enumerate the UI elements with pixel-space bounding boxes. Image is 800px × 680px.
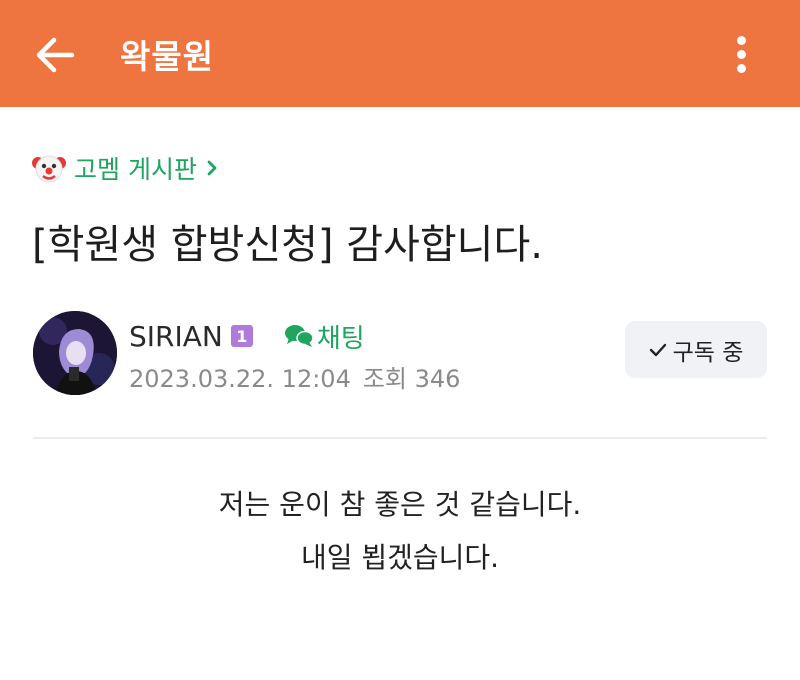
post-title: [학원생 합방신청] 감사합니다. bbox=[32, 222, 543, 268]
check-icon bbox=[649, 343, 666, 356]
more-vertical-icon bbox=[737, 36, 746, 45]
view-count: 조회 346 bbox=[362, 365, 461, 393]
author-name[interactable]: SIRIAN bbox=[129, 320, 223, 353]
board-link[interactable]: 고멤 게시판 bbox=[32, 150, 219, 186]
clown-face-icon bbox=[32, 155, 66, 183]
divider bbox=[33, 437, 767, 439]
post-meta: 2023.03.22. 12:04 조회 346 bbox=[129, 359, 460, 394]
board-name: 고멤 게시판 bbox=[74, 155, 197, 184]
subscribe-label: 구독 중 bbox=[672, 339, 744, 366]
app-title: 왁물원 bbox=[120, 37, 215, 76]
level-badge: 1 bbox=[230, 325, 253, 347]
post-date: 2023.03.22. 12:04 bbox=[129, 365, 351, 393]
avatar-image bbox=[33, 311, 117, 395]
more-options-button[interactable] bbox=[726, 30, 758, 78]
chat-label: 채팅 bbox=[316, 323, 365, 354]
app-bar: 왁물원 bbox=[0, 0, 800, 107]
content-line: 저는 운이 참 좋은 것 같습니다. bbox=[218, 488, 582, 521]
post-content: 저는 운이 참 좋은 것 같습니다. 내일 뵙겠습니다. bbox=[0, 478, 800, 584]
chevron-right-icon bbox=[207, 160, 217, 176]
content-line: 내일 뵙겠습니다. bbox=[300, 541, 500, 574]
avatar[interactable] bbox=[33, 311, 117, 395]
author-row: SIRIAN 1 채팅 bbox=[129, 318, 365, 354]
subscribe-button[interactable]: 구독 중 bbox=[625, 321, 767, 378]
arrow-left-icon bbox=[36, 37, 75, 73]
back-button[interactable] bbox=[34, 34, 76, 76]
chat-button[interactable]: 채팅 bbox=[283, 318, 365, 355]
chat-bubbles-icon bbox=[284, 325, 314, 347]
